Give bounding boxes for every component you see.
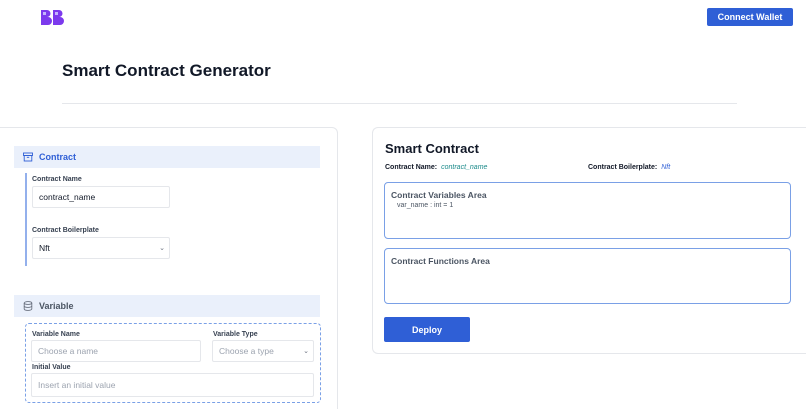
contract-name-input[interactable]: contract_name [32, 186, 170, 208]
contract-name-value: contract_name [441, 164, 488, 171]
variable-name-input[interactable]: Choose a name [31, 340, 201, 362]
preview-title: Smart Contract [385, 141, 479, 156]
contract-group-bar [25, 173, 27, 266]
preview-contract-name: Contract Name: contract_name [385, 164, 487, 171]
contract-boilerplate-label: Contract Boilerplate [32, 227, 99, 234]
archive-box-icon [23, 152, 33, 162]
connect-wallet-button[interactable]: Connect Wallet [707, 8, 793, 26]
variables-area-title: Contract Variables Area [391, 190, 487, 200]
contract-section-title: Contract [39, 152, 77, 162]
contract-name-key: Contract Name: [385, 164, 438, 171]
page-title: Smart Contract Generator [62, 61, 271, 80]
functions-area-title: Contract Functions Area [391, 256, 490, 266]
boilerplate-key: Contract Boilerplate: [588, 164, 658, 171]
variable-type-label: Variable Type [213, 331, 258, 338]
contract-variables-area[interactable]: Contract Variables Area var_name : int =… [384, 182, 791, 239]
initial-value-input[interactable]: Insert an initial value [31, 373, 314, 397]
chevron-down-icon: ⌄ [159, 245, 165, 252]
variable-type-select[interactable]: Choose a type ⌄ [212, 340, 314, 362]
contract-section-header[interactable]: Contract [14, 146, 320, 168]
contract-functions-area[interactable]: Contract Functions Area [384, 248, 791, 304]
contract-boilerplate-select[interactable]: Nft ⌄ [32, 237, 170, 259]
bb-logo-icon[interactable] [40, 9, 64, 26]
database-icon [23, 301, 33, 311]
initial-value-label: Initial Value [32, 364, 71, 371]
preview-boilerplate: Contract Boilerplate: Nft [588, 164, 670, 171]
variable-line: var_name : int = 1 [397, 202, 454, 209]
deploy-button[interactable]: Deploy [384, 317, 470, 342]
variable-name-label: Variable Name [32, 331, 80, 338]
contract-name-label: Contract Name [32, 176, 82, 183]
variable-type-placeholder: Choose a type [219, 346, 274, 356]
header-divider [62, 103, 737, 104]
chevron-down-icon: ⌄ [303, 348, 309, 355]
variable-section-header[interactable]: Variable [14, 295, 320, 317]
boilerplate-value: Nft [661, 164, 671, 171]
variable-section-title: Variable [39, 301, 74, 311]
contract-boilerplate-value: Nft [39, 243, 50, 253]
